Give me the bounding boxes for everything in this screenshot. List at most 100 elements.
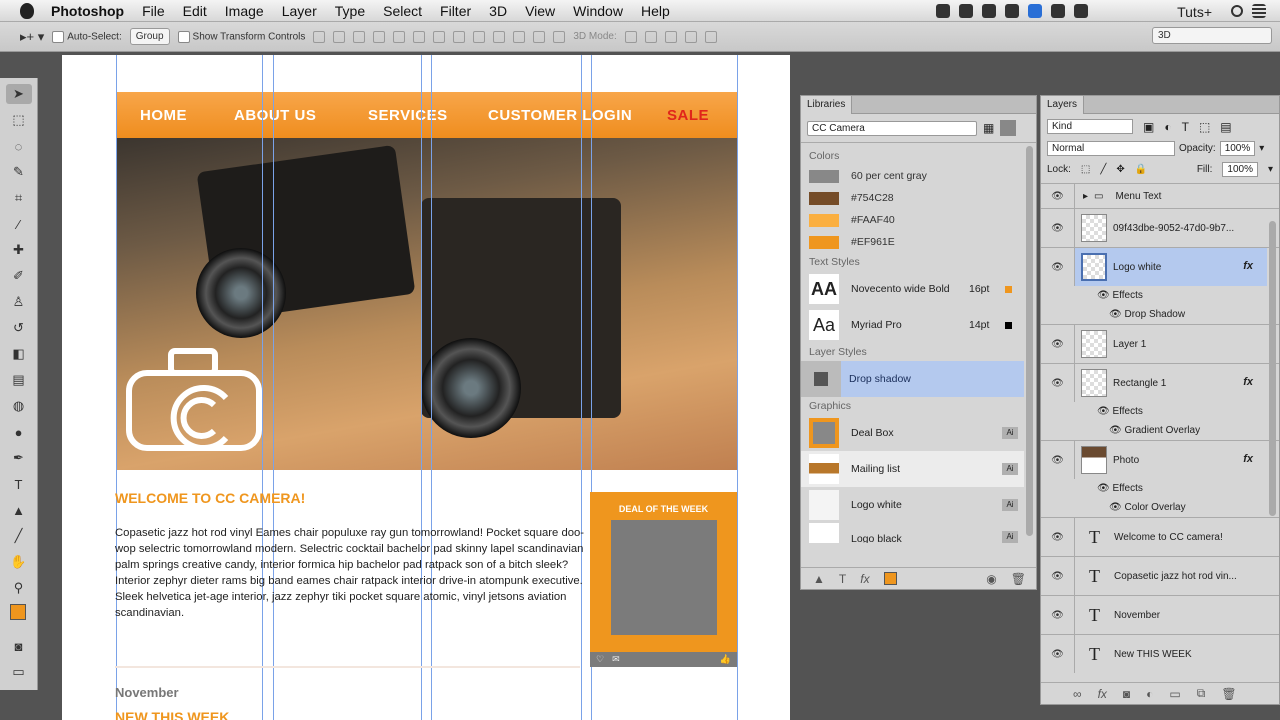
add-mask-icon[interactable]: ◙ <box>1123 687 1130 701</box>
delete-layer-icon[interactable]: 🗑 <box>1221 687 1236 701</box>
menu-filter[interactable]: Filter <box>431 3 480 19</box>
fill-dropdown-icon[interactable]: ▾ <box>1268 164 1273 175</box>
visibility-eye-icon[interactable]: 👁 <box>1041 364 1075 402</box>
visibility-eye-icon[interactable]: 👁 <box>1041 184 1075 208</box>
layer-row[interactable]: 👁 T Welcome to CC camera! <box>1041 518 1279 557</box>
distribute-vcenter-icon[interactable] <box>453 30 466 43</box>
layer-row[interactable]: 👁 T New THIS WEEK <box>1041 635 1279 673</box>
fx-icon[interactable]: fx <box>1243 260 1253 272</box>
link-layers-icon[interactable]: ∞ <box>1073 687 1082 701</box>
tab-libraries[interactable]: Libraries <box>801 96 853 114</box>
layer-row[interactable]: 👁 T November <box>1041 596 1279 635</box>
nav-customer-login[interactable]: CUSTOMER LOGIN <box>488 107 632 124</box>
healing-tool-icon[interactable]: ✚ <box>6 240 32 260</box>
layer-style-item[interactable]: Drop shadow <box>801 361 1024 397</box>
color-item[interactable]: #EF961E <box>801 231 1036 253</box>
nav-home[interactable]: HOME <box>140 107 187 124</box>
eraser-tool-icon[interactable]: ◧ <box>6 344 32 364</box>
type-tool-icon[interactable]: T <box>6 474 32 494</box>
document-canvas[interactable]: HOME ABOUT US SERVICES CUSTOMER LOGIN SA… <box>62 55 790 720</box>
zoom-tool-icon[interactable]: ⚲ <box>6 578 32 598</box>
menu-window[interactable]: Window <box>564 3 632 19</box>
auto-select-checkbox[interactable] <box>52 30 65 43</box>
layer-row[interactable]: 👁 ▸ ▭ Menu Text <box>1041 184 1279 209</box>
graphic-item[interactable]: Mailing list Ai <box>801 451 1024 487</box>
3d-slide-icon[interactable] <box>684 30 697 43</box>
filter-adjustment-icon[interactable]: ◐ <box>1164 120 1171 134</box>
distribute-left-icon[interactable] <box>493 30 506 43</box>
visibility-eye-icon[interactable]: 👁 <box>1041 441 1075 479</box>
visibility-eye-icon[interactable]: 👁 <box>1097 290 1112 301</box>
lasso-tool-icon[interactable]: ◌ <box>6 136 32 156</box>
3d-rotate-icon[interactable] <box>624 30 637 43</box>
fx-icon[interactable]: fx <box>1243 376 1253 388</box>
time-machine-icon[interactable] <box>1074 4 1089 18</box>
filter-shape-icon[interactable]: ⬚ <box>1199 120 1210 134</box>
opacity-input[interactable]: 100% <box>1219 141 1256 156</box>
menu-layer[interactable]: Layer <box>273 3 326 19</box>
quick-select-tool-icon[interactable]: ✎ <box>6 162 32 182</box>
layer-row[interactable]: 👁 Photo fx 👁 Effects 👁 Color Overlay <box>1041 441 1279 518</box>
text-style-item[interactable]: Aa Myriad Pro 14pt <box>801 307 1036 343</box>
filter-smart-object-icon[interactable]: ▤ <box>1220 120 1231 134</box>
visibility-eye-icon[interactable]: 👁 <box>1041 557 1075 595</box>
heart-icon[interactable]: ♡ <box>596 654 604 665</box>
visibility-eye-icon[interactable]: 👁 <box>1109 309 1124 320</box>
add-color-icon[interactable] <box>883 572 897 585</box>
marquee-tool-icon[interactable]: ⬚ <box>6 110 32 130</box>
menu-view[interactable]: View <box>516 3 564 19</box>
visibility-eye-icon[interactable]: 👁 <box>1041 325 1075 363</box>
menu-3d[interactable]: 3D <box>480 3 516 19</box>
blend-mode-select[interactable]: Normal <box>1047 141 1175 156</box>
path-select-tool-icon[interactable]: ▲ <box>6 500 32 520</box>
text-style-item[interactable]: AA Novecento wide Bold 16pt <box>801 271 1036 307</box>
lock-position-icon[interactable]: ✥ <box>1116 164 1124 175</box>
align-vcenter-icon[interactable] <box>333 30 346 43</box>
align-left-icon[interactable] <box>373 30 386 43</box>
sync-icon[interactable]: ◉ <box>986 572 996 586</box>
align-bottom-icon[interactable] <box>353 30 366 43</box>
lock-pixels-icon[interactable]: ╱ <box>1100 164 1106 175</box>
fx-icon[interactable]: fx <box>1243 453 1253 465</box>
opacity-dropdown-icon[interactable]: ▾ <box>1259 143 1264 154</box>
libraries-scrollbar[interactable] <box>1026 146 1033 536</box>
display-icon[interactable] <box>1028 4 1043 18</box>
align-right-icon[interactable] <box>413 30 426 43</box>
distribute-right-icon[interactable] <box>533 30 546 43</box>
blur-tool-icon[interactable]: ◍ <box>6 396 32 416</box>
layer-row[interactable]: 👁 09f43dbe-9052-47d0-9b7... <box>1041 209 1279 248</box>
align-hcenter-icon[interactable] <box>393 30 406 43</box>
grid-view-icon[interactable]: ▦ <box>983 121 994 135</box>
fill-input[interactable]: 100% <box>1222 162 1258 177</box>
menu-photoshop[interactable]: Photoshop <box>42 3 133 19</box>
cc-icon[interactable] <box>1005 4 1020 18</box>
stamp-tool-icon[interactable]: ♙ <box>6 292 32 312</box>
visibility-eye-icon[interactable]: 👁 <box>1041 596 1075 634</box>
cloud-icon[interactable] <box>1051 4 1066 18</box>
new-group-icon[interactable]: ▭ <box>1169 687 1180 701</box>
add-text-style-icon[interactable]: T <box>839 572 846 586</box>
distribute-top-icon[interactable] <box>433 30 446 43</box>
visibility-eye-icon[interactable]: 👁 <box>1041 518 1075 556</box>
filter-kind-select[interactable]: Kind <box>1047 119 1133 134</box>
3d-roll-icon[interactable] <box>644 30 657 43</box>
menu-file[interactable]: File <box>133 3 174 19</box>
library-select[interactable]: CC Camera <box>807 120 977 136</box>
camera-icon[interactable] <box>936 4 951 18</box>
align-top-icon[interactable] <box>313 30 326 43</box>
apple-icon[interactable] <box>20 2 34 19</box>
search-icon[interactable] <box>1231 5 1243 17</box>
screen-mode-icon[interactable]: ▭ <box>6 662 32 682</box>
dodge-tool-icon[interactable]: ● <box>6 422 32 442</box>
dropbox-icon[interactable] <box>959 4 974 18</box>
menu-edit[interactable]: Edit <box>174 3 216 19</box>
move-tool-icon[interactable]: ➤ <box>5 84 32 104</box>
pen-tool-icon[interactable]: ✒ <box>6 448 32 468</box>
new-layer-icon[interactable]: ⧉ <box>1197 686 1206 701</box>
line-tool-icon[interactable]: ╱ <box>6 526 32 546</box>
filter-type-icon[interactable]: T <box>1182 120 1189 134</box>
color-item[interactable]: #FAAF40 <box>801 209 1036 231</box>
filter-pixel-icon[interactable]: ▣ <box>1143 120 1154 134</box>
visibility-eye-icon[interactable]: 👁 <box>1109 502 1124 513</box>
nav-sale[interactable]: SALE <box>667 107 709 124</box>
